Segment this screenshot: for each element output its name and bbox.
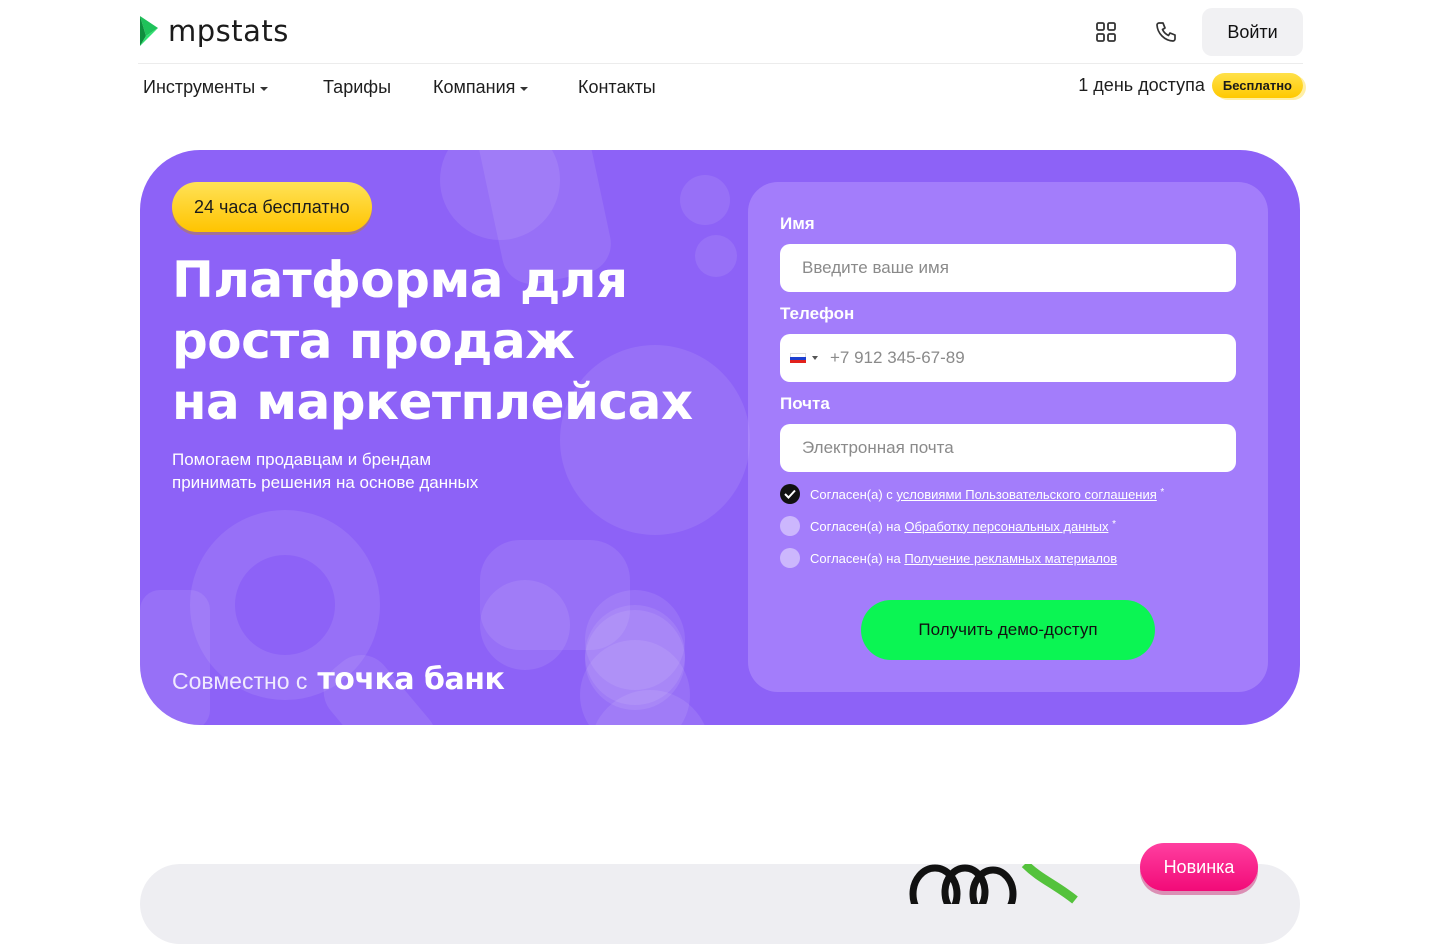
phone-field[interactable] <box>780 334 1236 382</box>
phone-icon[interactable] <box>1142 8 1190 56</box>
trial-offer[interactable]: 1 день доступа Бесплатно <box>1078 73 1303 98</box>
terms-checkbox[interactable] <box>780 484 800 504</box>
nav-item-contacts[interactable]: Контакты <box>578 77 656 98</box>
next-section <box>140 864 1300 944</box>
email-input[interactable] <box>780 424 1236 472</box>
chevron-down-icon <box>520 86 529 91</box>
partner-lead: Совместно с <box>172 668 308 694</box>
name-label: Имя <box>780 214 815 233</box>
agreement-marketing: Согласен(а) на Получение рекламных матер… <box>780 548 1117 568</box>
free-trial-chip: 24 часа бесплатно <box>172 182 372 232</box>
hero-subtitle: Помогаем продавцам и брендам принимать р… <box>172 450 479 492</box>
agreement-terms: Согласен(а) с условиями Пользовательског… <box>780 484 1164 504</box>
nav-item-tools[interactable]: Инструменты <box>143 77 269 98</box>
marketing-link[interactable]: Получение рекламных материалов <box>904 551 1117 566</box>
logo-text: mpstats <box>168 14 289 48</box>
name-input[interactable] <box>780 244 1236 292</box>
phone-input[interactable] <box>830 348 1210 368</box>
decor-shape <box>480 580 570 670</box>
check-icon <box>784 489 796 499</box>
new-badge: Новинка <box>1140 843 1258 891</box>
agreement-personal-data: Согласен(а) на Обработку персональных да… <box>780 516 1116 536</box>
personal-data-link[interactable]: Обработку персональных данных <box>904 519 1108 534</box>
header-actions: Войти <box>1082 8 1303 56</box>
trial-text: 1 день доступа <box>1078 75 1205 95</box>
phone-label: Телефон <box>780 304 855 323</box>
partner-logo: точка банк <box>317 662 505 697</box>
top-bar: mpstats Войти <box>138 0 1303 64</box>
personal-data-checkbox[interactable] <box>780 516 800 536</box>
get-demo-button[interactable]: Получить демо-доступ <box>861 600 1155 660</box>
chevron-down-icon <box>260 86 269 91</box>
partner-line: Совместно с точка банк <box>172 662 505 697</box>
hero-title: Платформа для роста продаж на маркетплей… <box>172 251 693 431</box>
decor-shape <box>140 590 210 725</box>
main-nav: Инструменты Тарифы Компания Контакты 1 д… <box>138 64 1303 110</box>
free-badge: Бесплатно <box>1211 73 1303 98</box>
product-image <box>909 864 1078 904</box>
logo-icon <box>140 16 158 46</box>
demo-form: Имя Телефон Почта Согласен(а) с условиям… <box>748 182 1268 692</box>
chevron-down-icon[interactable] <box>812 356 818 360</box>
decor-shape <box>680 175 730 225</box>
russia-flag-icon[interactable] <box>790 352 806 364</box>
marketing-checkbox[interactable] <box>780 548 800 568</box>
login-button[interactable]: Войти <box>1202 8 1303 56</box>
terms-link[interactable]: условиями Пользовательского соглашения <box>896 487 1156 502</box>
nav-item-pricing[interactable]: Тарифы <box>323 77 391 98</box>
apps-grid-icon[interactable] <box>1082 8 1130 56</box>
email-label: Почта <box>780 394 830 413</box>
hero-banner: 24 часа бесплатно Платформа для роста пр… <box>140 150 1300 725</box>
logo[interactable]: mpstats <box>138 14 289 48</box>
nav-item-company[interactable]: Компания <box>433 77 529 98</box>
